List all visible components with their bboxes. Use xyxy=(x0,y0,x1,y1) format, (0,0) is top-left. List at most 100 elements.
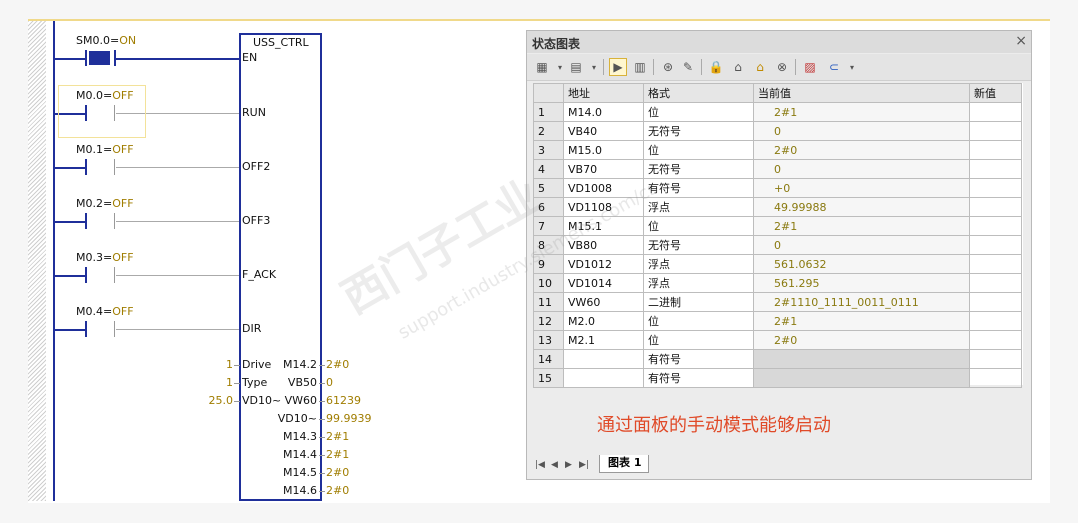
trend-view-icon[interactable]: ▨ xyxy=(801,58,819,76)
table-row[interactable]: 5 VD1008 有符号 +0 xyxy=(533,178,1022,198)
equals-sign: = xyxy=(102,197,113,210)
cell-new[interactable] xyxy=(969,349,1022,369)
cell-fmt[interactable]: 位 xyxy=(643,216,754,236)
cell-new[interactable] xyxy=(969,273,1022,293)
status-chart-toolbar: ▦ ▾ ▤ ▾ ▶ ▥ ⊛ ✎ 🔒 ⌂ ⌂ ⊗ ▨ ⊂ ▾ xyxy=(527,54,1031,81)
cell-fmt[interactable]: 浮点 xyxy=(643,273,754,293)
contact-right-bar[interactable] xyxy=(114,159,115,175)
table-row[interactable]: 2 VB40 无符号 0 xyxy=(533,121,1022,141)
cell-new[interactable] xyxy=(969,254,1022,274)
chart-status-icon[interactable]: ▶ xyxy=(609,58,627,76)
contact-address: M0.1 xyxy=(76,143,103,156)
cell-fmt[interactable]: 位 xyxy=(643,102,754,122)
column-header[interactable] xyxy=(533,83,564,103)
block-input-pin: RUN xyxy=(242,106,266,119)
write-pencil-icon[interactable]: ✎ xyxy=(679,58,697,76)
chevron-down-icon[interactable]: ▾ xyxy=(843,58,861,76)
cell-new[interactable] xyxy=(969,140,1022,160)
table-row[interactable]: 4 VB70 无符号 0 xyxy=(533,159,1022,179)
cell-fmt[interactable]: 无符号 xyxy=(643,235,754,255)
status-chart-titlebar: 状态图表 × xyxy=(527,31,1031,53)
unforce-lock-icon[interactable]: ⌂ xyxy=(729,58,747,76)
cell-fmt[interactable]: 有符号 xyxy=(643,368,754,388)
cell-new[interactable] xyxy=(969,197,1022,217)
table-row[interactable]: 9 VD1012 浮点 561.0632 xyxy=(533,254,1022,274)
param-pin: Drive xyxy=(242,358,272,371)
param-output-address: VD10~ xyxy=(277,412,317,425)
cell-fmt[interactable]: 二进制 xyxy=(643,292,754,312)
cell-new[interactable] xyxy=(969,102,1022,122)
cell-new[interactable] xyxy=(969,311,1022,331)
contact-left-bar[interactable] xyxy=(85,159,87,175)
table-row[interactable]: 1 M14.0 位 2#1 xyxy=(533,102,1022,122)
cell-new[interactable] xyxy=(969,292,1022,312)
tab-chart-1[interactable]: 图表 1 xyxy=(599,455,649,473)
param-output-tick xyxy=(319,365,325,366)
cell-fmt[interactable]: 位 xyxy=(643,330,754,350)
cell-addr[interactable]: VB40 xyxy=(563,121,644,141)
contact-right-bar[interactable] xyxy=(114,321,115,337)
table-row[interactable]: 14 有符号 xyxy=(533,349,1022,369)
delete-row-icon[interactable]: ▤ xyxy=(567,58,585,76)
param-output-address: M14.5 xyxy=(283,466,317,479)
pause-icon[interactable]: ▥ xyxy=(631,58,649,76)
cell-addr[interactable]: M2.0 xyxy=(563,311,644,331)
column-header[interactable]: 格式 xyxy=(643,83,754,103)
last-sheet-icon[interactable]: ▶| xyxy=(579,460,589,470)
cell-addr[interactable] xyxy=(563,368,644,388)
contact-left-bar[interactable] xyxy=(85,267,87,283)
read-all-forced-icon[interactable]: ⊗ xyxy=(773,58,791,76)
cell-addr[interactable]: M15.0 xyxy=(563,140,644,160)
contact-left-bar[interactable] xyxy=(85,213,87,229)
rung-wire xyxy=(55,275,85,277)
cell-fmt[interactable]: 位 xyxy=(643,311,754,331)
cell-fmt[interactable]: 无符号 xyxy=(643,159,754,179)
close-icon[interactable]: × xyxy=(1015,33,1027,49)
contact-right-bar[interactable] xyxy=(114,267,115,283)
contact-left-bar[interactable] xyxy=(85,50,87,66)
table-row[interactable]: 15 有符号 xyxy=(533,368,1022,388)
column-header[interactable]: 新值 xyxy=(969,83,1022,103)
cell-addr[interactable] xyxy=(563,349,644,369)
table-row[interactable]: 3 M15.0 位 2#0 xyxy=(533,140,1022,160)
table-row[interactable]: 13 M2.1 位 2#0 xyxy=(533,330,1022,350)
cell-idx: 14 xyxy=(533,349,564,369)
cell-addr[interactable]: M2.1 xyxy=(563,330,644,350)
cell-addr[interactable]: VB70 xyxy=(563,159,644,179)
contact-left-bar[interactable] xyxy=(85,321,87,337)
next-sheet-icon[interactable]: ▶ xyxy=(565,460,572,470)
insert-row-icon[interactable]: ▦ xyxy=(533,58,551,76)
cell-idx: 15 xyxy=(533,368,564,388)
force-lock-icon[interactable]: 🔒 xyxy=(707,58,725,76)
cell-addr[interactable]: VD1012 xyxy=(563,254,644,274)
cell-new[interactable] xyxy=(969,368,1022,388)
cell-fmt[interactable]: 有符号 xyxy=(643,349,754,369)
cell-fmt[interactable]: 浮点 xyxy=(643,197,754,217)
read-icon[interactable]: ⊛ xyxy=(659,58,677,76)
cell-addr[interactable]: VD1014 xyxy=(563,273,644,293)
prev-sheet-icon[interactable]: ◀ xyxy=(551,460,558,470)
cell-new[interactable] xyxy=(969,178,1022,198)
cell-new[interactable] xyxy=(969,159,1022,179)
table-row[interactable]: 10 VD1014 浮点 561.295 xyxy=(533,273,1022,293)
cell-addr[interactable]: M14.0 xyxy=(563,102,644,122)
cell-new[interactable] xyxy=(969,216,1022,236)
cell-fmt[interactable]: 无符号 xyxy=(643,121,754,141)
table-row[interactable]: 12 M2.0 位 2#1 xyxy=(533,311,1022,331)
first-sheet-icon[interactable]: |◀ xyxy=(535,460,545,470)
cell-new[interactable] xyxy=(969,330,1022,350)
chevron-down-icon[interactable]: ▾ xyxy=(585,58,603,76)
cell-fmt[interactable]: 浮点 xyxy=(643,254,754,274)
unforce-all-icon[interactable]: ⌂ xyxy=(751,58,769,76)
cell-fmt[interactable]: 位 xyxy=(643,140,754,160)
cell-new[interactable] xyxy=(969,121,1022,141)
contact-right-bar[interactable] xyxy=(114,213,115,229)
table-row[interactable]: 8 VB80 无符号 0 xyxy=(533,235,1022,255)
column-header[interactable]: 当前值 xyxy=(753,83,970,103)
cell-new[interactable] xyxy=(969,235,1022,255)
tag-icon[interactable]: ⊂ xyxy=(825,58,843,76)
cell-addr[interactable]: VW60 xyxy=(563,292,644,312)
column-header[interactable]: 地址 xyxy=(563,83,644,103)
table-row[interactable]: 11 VW60 二进制 2#1110_1111_0011_0111 xyxy=(533,292,1022,312)
param-output-value: 2#0 xyxy=(326,484,350,497)
